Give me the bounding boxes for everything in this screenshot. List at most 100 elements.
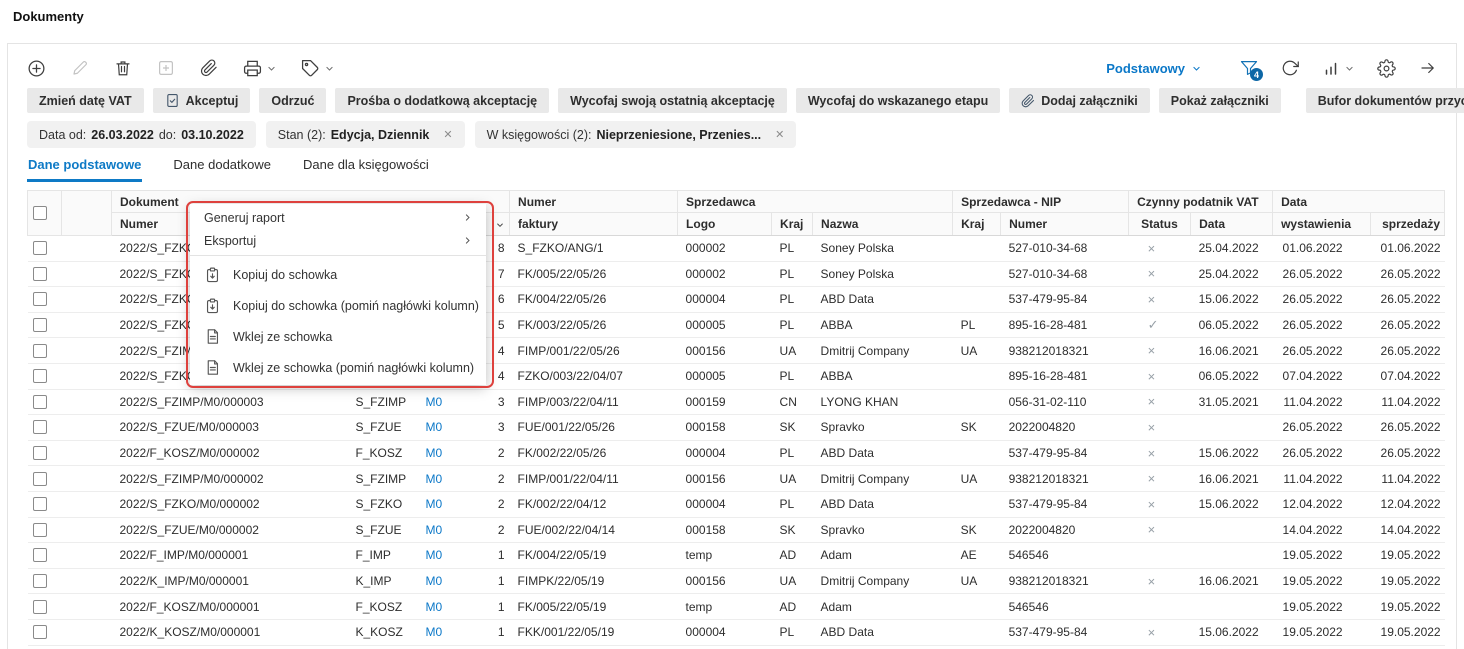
odrzu-button[interactable]: Odrzuć [259, 88, 327, 113]
cell-vat_status [1128, 542, 1191, 569]
row-select-cell [27, 491, 62, 518]
menu-item-kopiuj-do-schowka[interactable]: Kopiuj do schowka [190, 259, 486, 290]
register-link[interactable]: M0 [426, 420, 443, 434]
register-link[interactable]: M0 [426, 548, 443, 562]
date-filter-chip: Data od: 26.03.2022 do: 03.10.2022 [27, 121, 256, 148]
tab-dane-dodatkowe[interactable]: Dane dodatkowe [172, 155, 272, 182]
row-checkbox[interactable] [32, 522, 47, 537]
settings-tool[interactable] [1377, 58, 1396, 78]
attachment-tool[interactable] [200, 59, 218, 77]
cell-logo: 000004 [677, 619, 772, 646]
row-checkbox[interactable] [32, 446, 47, 461]
cell-numer_faktury: FUE/001/22/05/26 [509, 414, 678, 441]
button-label: Bufor dokumentów przychodzących [1317, 93, 1464, 108]
menu-item-wklej-ze-schowka[interactable]: Wklej ze schowka [190, 321, 486, 352]
wycofaj-swoj-ostatni-akceptacj-button[interactable]: Wycofaj swoją ostatnią akceptację [558, 88, 787, 113]
cell-data_sprzedazy: 11.04.2022 [1370, 389, 1445, 416]
row-checkbox[interactable] [32, 318, 47, 333]
row-checkbox[interactable] [32, 599, 47, 614]
close-icon[interactable]: ✕ [775, 128, 784, 141]
column-header-faktury[interactable]: faktury [509, 212, 679, 236]
column-header-kraj[interactable]: Kraj [771, 212, 814, 236]
add-tool[interactable] [27, 59, 46, 78]
row-checkbox[interactable] [32, 343, 47, 358]
refresh-tool[interactable] [1281, 59, 1299, 77]
row-checkbox[interactable] [32, 497, 47, 512]
delete-tool[interactable] [114, 59, 132, 77]
register-link[interactable]: M0 [426, 574, 443, 588]
cell-nazwa: ABD Data [812, 619, 953, 646]
column-header-data[interactable]: Data [1190, 212, 1274, 236]
expand-right-tool[interactable] [1419, 59, 1437, 77]
table-row[interactable]: 2022/S_FZUE/M0/000003 S_FZUE M0 3 FUE/001/22… [27, 414, 1445, 441]
row-checkbox[interactable] [32, 420, 47, 435]
row-checkbox[interactable] [32, 574, 47, 589]
bufor-dokument-w-przychodz-cych-button[interactable]: Bufor dokumentów przychodzących [1305, 88, 1464, 113]
column-header-logo[interactable]: Logo [677, 212, 773, 236]
tab-dane-podstawowe[interactable]: Dane podstawowe [27, 155, 143, 182]
row-select-cell [27, 337, 62, 364]
filter-tool[interactable]: 4 [1240, 59, 1263, 81]
cell-nip_kraj: UA [952, 465, 1001, 492]
register-link[interactable]: M0 [426, 395, 443, 409]
menu-item-eksportuj[interactable]: Eksportuj [190, 229, 486, 252]
row-checkbox[interactable] [32, 266, 47, 281]
chart-tool[interactable] [1322, 59, 1354, 77]
cell-vat_status: × [1128, 337, 1191, 364]
chip-text: W księgowości (2): [486, 127, 592, 142]
column-header-status[interactable]: Status [1128, 212, 1192, 236]
akceptuj-button[interactable]: Akceptuj [152, 88, 251, 113]
view-selector-dropdown[interactable]: Podstawowy [1106, 61, 1201, 76]
table-row[interactable]: 2022/F_KOSZ/M0/000002 F_KOSZ M0 2 FK/002/22/… [27, 440, 1445, 467]
wycofaj-do-wskazanego-etapu-button[interactable]: Wycofaj do wskazanego etapu [795, 88, 1001, 113]
tags-tool[interactable] [301, 59, 334, 78]
cell-data_wystawienia: 01.06.2022 [1272, 235, 1371, 262]
row-expander-cell [61, 517, 112, 544]
table-row[interactable]: 2022/K_KOSZ/M0/000001 K_KOSZ M0 1 FKK/001/22… [27, 619, 1445, 646]
duplicate-tool[interactable] [157, 59, 175, 77]
row-expander-cell [61, 568, 112, 595]
register-link[interactable]: M0 [426, 497, 443, 511]
register-link[interactable]: M0 [426, 625, 443, 639]
row-checkbox[interactable] [32, 241, 47, 256]
column-header-wystawienia[interactable]: wystawienia [1272, 212, 1372, 236]
row-checkbox[interactable] [32, 471, 47, 486]
row-checkbox[interactable] [32, 548, 47, 563]
context-menu: Generuj raport Eksportuj Kopiuj do schowka… [190, 204, 486, 385]
column-header-kraj[interactable]: Kraj [952, 212, 1002, 236]
poka-za-czniki-button[interactable]: Pokaż załączniki [1158, 88, 1281, 113]
row-select-cell [27, 440, 62, 467]
register-link[interactable]: M0 [426, 472, 443, 486]
edit-tool[interactable] [71, 59, 89, 77]
table-row[interactable]: 2022/F_IMP/M0/000001 F_IMP M0 1 FK/004/22/05… [27, 542, 1445, 569]
menu-item-kopiuj-do-schowka-pomi-nag-wki-kolumn[interactable]: Kopiuj do schowka (pomiń nagłówki kolumn… [190, 290, 486, 321]
column-header-sprzeda-y[interactable]: sprzedaży [1370, 212, 1446, 236]
column-header-numer[interactable]: Numer [1000, 212, 1130, 236]
register-link[interactable]: M0 [426, 523, 443, 537]
select-all-checkbox[interactable] [33, 206, 47, 220]
menu-item-wklej-ze-schowka-pomi-nag-wki-kolumn[interactable]: Wklej ze schowka (pomiń nagłówki kolumn) [190, 352, 486, 383]
close-icon[interactable]: ✕ [443, 128, 452, 141]
register-link[interactable]: M0 [426, 446, 443, 460]
menu-item-generuj-raport[interactable]: Generuj raport [190, 206, 486, 229]
table-row[interactable]: 2022/K_IMP/M0/000001 K_IMP M0 1 FIMPK/22/05/… [27, 568, 1445, 595]
table-row[interactable]: 2022/S_FZKO/M0/000002 S_FZKO M0 2 FK/002/22/… [27, 491, 1445, 518]
pro-ba-o-dodatkow-akceptacj-button[interactable]: Prośba o dodatkową akceptację [335, 88, 550, 113]
register-link[interactable]: M0 [426, 600, 443, 614]
column-header-nazwa[interactable]: Nazwa [812, 212, 954, 236]
tab-dane-dla-ksi-gowo-ci[interactable]: Dane dla księgowości [302, 155, 430, 182]
table-row[interactable]: 2022/S_FZIMP/M0/000003 S_FZIMP M0 3 FIMP/003… [27, 389, 1445, 416]
row-expander-cell [61, 619, 112, 646]
table-row[interactable]: 2022/S_FZIMP/M0/000002 S_FZIMP M0 2 FIMP/001… [27, 465, 1445, 492]
cell-nip_numer: 537-479-95-84 [1000, 619, 1129, 646]
zmie-dat-vat-button[interactable]: Zmień datę VAT [27, 88, 144, 113]
row-checkbox[interactable] [32, 292, 47, 307]
row-checkbox[interactable] [32, 625, 47, 640]
row-expander-cell [61, 414, 112, 441]
row-checkbox[interactable] [32, 369, 47, 384]
table-row[interactable]: 2022/S_FZUE/M0/000002 S_FZUE M0 2 FUE/002/22… [27, 517, 1445, 544]
print-tool[interactable] [243, 59, 276, 78]
table-row[interactable]: 2022/F_KOSZ/M0/000001 F_KOSZ M0 1 FK/005/22/… [27, 593, 1445, 620]
row-checkbox[interactable] [32, 394, 47, 409]
dodaj-za-czniki-button[interactable]: Dodaj załączniki [1009, 88, 1150, 113]
